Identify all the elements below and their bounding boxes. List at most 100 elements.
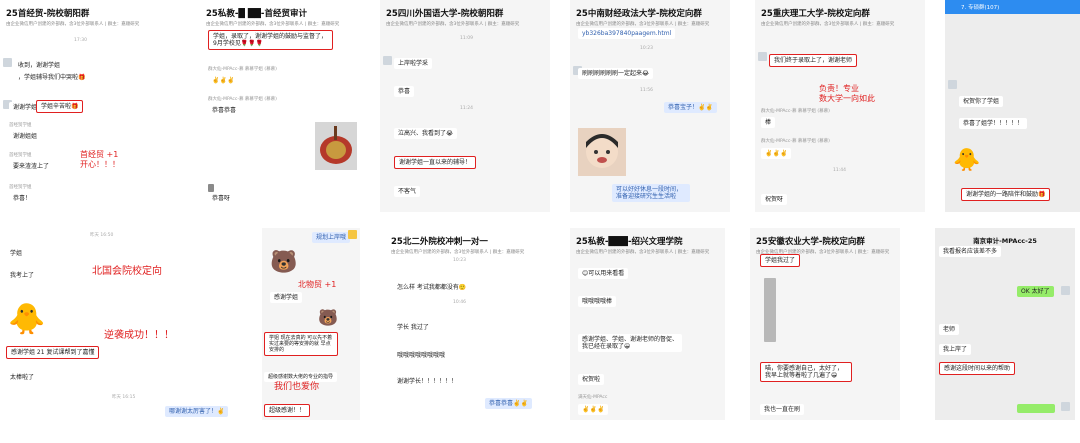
message [1017,404,1055,413]
message: 😊可以用来看看 [578,268,629,280]
message-highlight: 谢谢学姐的一路陪伴和鼓励🎁 [961,188,1051,202]
message: 收到，谢谢学姐 [14,60,65,72]
avatar [348,230,357,239]
message: 要来渣渣上了 [9,161,54,173]
avatar [1061,286,1070,295]
message: 上岸啦学采 [394,58,433,70]
chat-subtitle: 由企业微信用户创建的外部群，含3位外部联系人 | 群主：嘉顺研究 [6,22,140,27]
message: 恭喜宝子！✌️✌️ [664,102,717,114]
message: 祝贺你了学姐 [959,96,1004,108]
avatar [758,52,767,61]
chat-panel-5: 25重庆理工大学-院校定向群 由企业微信用户创建的外部群，含3位外部联系人 | … [755,0,925,212]
chat-subtitle: 由企业微信用户创建的外部群，含3位外部联系人 | 群主：嘉顺研究 [761,22,895,27]
message-highlight: 学姐 现在去真的 可以先不着实过来要的等安排的就 早点安排的 [264,332,338,356]
message-highlight: 感谢学姐 21 复试课帮到了嘉懂 [6,346,100,360]
chat-title: 25四川外国语大学-院校朝阳群 [386,9,504,19]
message: ✌️✌️✌️ [208,75,239,87]
chat-panel-2: 25私教-█ ██-首经贸审计 由企业微信用户创建的外部群，含3位外部联系人 |… [200,0,370,212]
sender-name: 首经贸学姐 [9,185,32,190]
timestamp: 10:46 [453,300,466,305]
message: 恭喜了姐学！！！！！ [959,118,1028,130]
chat-title: 7. 专硕群(107) [961,5,1000,11]
timestamp: 10:23 [640,46,653,51]
message: 谢谢姐姐 [9,131,42,143]
message: 哦哦哦哦哦哦哦哦 [393,350,450,362]
message: 恭喜！ [9,193,36,205]
chat-panel-7: 昨天 16:50 学姐 我考上了 北国会院校定向 🐥 逆袭成功！！！ 感谢学姐 … [0,228,230,428]
message: 老师 [939,324,960,336]
avatar [383,56,392,65]
message: 我上岸了 [939,344,972,356]
chat-title: 南京审计-MPAcc-25 [973,237,1037,245]
chat-subtitle: 由企业微信用户创建的外部群，含3位外部联系人 | 群主：嘉顺研究 [206,22,340,27]
timestamp: 11:24 [460,106,473,111]
message: 我看报名应该差不多 [939,246,1002,258]
timestamp: 昨天 16:15 [112,395,136,400]
message-highlight: 超级感谢！！ [264,404,311,418]
message: 恭喜 [394,86,415,98]
annotation: 我们也爱你 [274,382,320,392]
redacted-avatar [208,184,214,192]
message-highlight: 学姐辛苦啦🎁 [36,100,84,114]
annotation: 北国会院校定向 [92,266,162,277]
annotation: 负责！专业 数大学一向如此 [819,84,875,103]
message: 棒 [761,117,776,129]
message: 谢谢学长！！！！！！ [393,376,462,388]
message: 刷刷刷刷刷刷一定起来😂 [578,68,654,80]
sender-name: 群大仙-MPAcc-慕 慕慕学姐 (慕慕) [208,67,277,72]
message-highlight: 感谢这段时间以来的帮助 [939,362,1016,376]
sticker: 🐥 [8,302,46,337]
message: 可以好好休息一段时间，准备迎接研究生生活啦 [612,184,690,203]
message: ✌️✌️✌️ [761,148,792,160]
message: 学长 我过了 [393,322,433,334]
sender-name: 群大仙-MPAcc-慕 慕慕学姐 (慕慕) [208,97,277,102]
message-highlight: 学姐我过了 [760,254,801,268]
sender-name: 群大仙-MPAcc-慕 慕慕学姐 (慕慕) [761,109,830,114]
message: 不客气 [394,186,421,198]
chat-panel-6: 7. 专硕群(107) 祝贺你了学姐 恭喜了姐学！！！！！ 🐥 谢谢学姐的一路陪… [945,0,1080,212]
timestamp: 昨天 16:50 [90,233,114,238]
message: 我考上了 [6,270,39,282]
message: 恭喜恭喜 [208,105,241,117]
chat-title: 25北二外院校冲刺一对一 [391,237,488,247]
avatar [3,58,12,67]
mobile-header: 7. 专硕群(107) [945,0,1080,14]
message: 哪谢谢太厉害了！✌️ [165,406,229,418]
chat-panel-11: 25安徽农业大学-院校定向群 由企业微信用户创建的外部群，含3位外部联系人 | … [750,228,900,420]
chat-panel-10: 25私教-███-绍兴文理学院 由企业微信用户创建的外部群，含3位外部联系人 |… [570,228,725,420]
sender-name: 首经贸学姐 [9,153,32,158]
chat-title: 25重庆理工大学-院校定向群 [761,9,870,19]
sticker: 🐥 [953,148,981,173]
message: OK 太好了 [1017,286,1054,298]
message: 我也一直在刷 [760,404,805,416]
chat-panel-8: 规划上岸哦 🐻 感谢学姐 北物贸 +1 🐻 学姐 现在去真的 可以先不着实过来要… [262,228,360,420]
sticker: 🐻 [270,250,298,275]
redacted-image [764,278,776,342]
timestamp: 11:44 [833,168,846,173]
chat-subtitle: 由企业微信用户创建的外部群，含3位外部联系人 | 群主：嘉顺研究 [391,250,525,255]
avatar [1061,402,1070,411]
chat-panel-1: 25首经贸-院校朝阳群 由企业微信用户创建的外部群，含3位外部联系人 | 群主：… [0,0,170,212]
sender-name: 满天仙-MPAcc [578,395,608,400]
chat-title: 25私教-█ ██-首经贸审计 [206,9,307,19]
message: 恭喜恭喜✌️✌️ [485,398,532,410]
sender-name: 群大仙-MPAcc-慕 慕慕学姐 (慕慕) [761,139,830,144]
chat-subtitle: 由企业微信用户创建的外部群，含3位外部联系人 | 群主：嘉顺研究 [386,22,520,27]
message: 感谢学姐、学姐、谢谢老师的督促、我已经在录取了😀 [578,334,682,353]
message: 太棒啦了 [6,372,39,384]
chat-panel-12: 南京审计-MPAcc-25 我看报名应该差不多 OK 太好了 老师 我上岸了 感… [935,228,1075,420]
chat-title: 25首经贸-院校朝阳群 [6,9,90,19]
message-highlight: 学姐，录取了，谢谢学姐的鼓励与监督了，9月学校见🌹🌹🌹 [208,30,333,51]
avatar [948,80,957,89]
timestamp: 10:23 [453,258,466,263]
chat-panel-4: 25中南财经政法大学-院校定向群 由企业微信用户创建的外部群，含3位外部联系人 … [570,0,730,212]
message: 泣高兴、我看到了😭 [394,128,458,140]
message: 规划上岸哦 [312,232,351,244]
message: 怎么样 考试我都都没有🙂 [393,282,471,294]
annotation: 北物贸 +1 [298,280,337,289]
photo-thumbnail [578,128,626,176]
shared-link[interactable]: yb326ba397840paagem.html [578,28,676,40]
photo-thumbnail [315,122,357,170]
message: 哦哦哦哦棒 [578,296,617,308]
message: 感谢学姐 [270,292,303,304]
